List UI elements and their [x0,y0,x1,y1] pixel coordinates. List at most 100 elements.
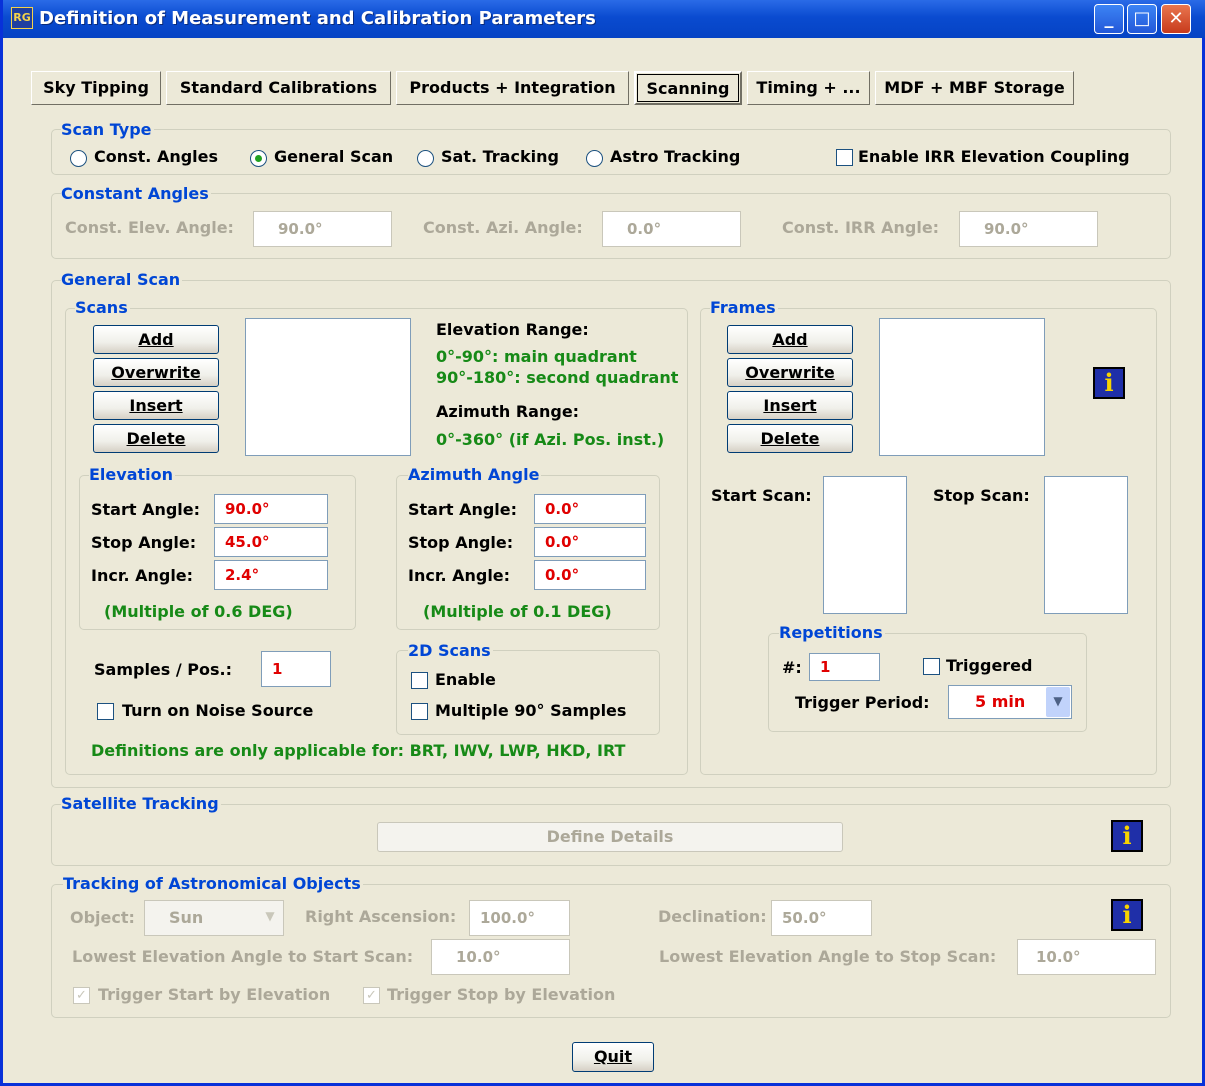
declination-input[interactable]: 50.0° [771,900,872,936]
radio-general-scan[interactable] [250,150,267,167]
elevation-legend: Elevation [89,465,176,484]
enable-2d-checkbox[interactable] [411,672,428,689]
title-bar[interactable]: RG Definition of Measurement and Calibra… [3,0,1205,38]
trigger-stop-checkbox[interactable]: ✓ [363,987,380,1004]
radio-sat-tracking[interactable] [417,150,434,167]
azi-stop-label: Stop Angle: [408,533,514,552]
scans-add-label: Add [138,330,174,349]
definitions-footnote: Definitions are only applicable for: BRT… [91,741,626,760]
azi-stop-input[interactable]: 0.0° [534,527,646,557]
object-select[interactable]: Sun ▼ [144,900,284,936]
scans-delete-label: Delete [126,429,186,448]
quit-button[interactable]: Quit [572,1042,654,1072]
tab-mdf-mbf-storage[interactable]: MDF + MBF Storage [875,71,1074,105]
satellite-info-icon[interactable]: i [1111,820,1143,852]
astro-info-icon[interactable]: i [1111,899,1143,931]
irr-coupling-checkbox[interactable] [836,149,853,166]
low-start-input[interactable]: 10.0° [431,939,570,975]
window-title: Definition of Measurement and Calibratio… [39,8,596,29]
elev-start-label: Start Angle: [91,500,201,519]
frames-delete-button[interactable]: Delete [727,424,853,453]
maximize-button[interactable]: □ [1127,4,1157,34]
low-start-label: Lowest Elevation Angle to Start Scan: [72,947,414,966]
tab-sky-tipping[interactable]: Sky Tipping [31,71,161,105]
const-azi-input[interactable]: 0.0° [602,211,741,247]
frames-list[interactable] [879,318,1045,456]
trigger-start-label[interactable]: Trigger Start by Elevation [98,985,330,1004]
tab-timing[interactable]: Timing + ... [747,71,870,105]
const-azi-label: Const. Azi. Angle: [423,218,583,237]
radio-astro-tracking[interactable] [586,150,603,167]
frames-legend: Frames [710,298,778,317]
scans-overwrite-button[interactable]: Overwrite [93,358,219,387]
scans-2d-group [396,650,660,735]
elev-start-input[interactable]: 90.0° [214,494,328,524]
frames-overwrite-label: Overwrite [745,363,835,382]
const-irr-label: Const. IRR Angle: [782,218,940,237]
radio-astro-tracking-label[interactable]: Astro Tracking [610,147,740,166]
close-button[interactable]: ✕ [1161,4,1191,34]
scans-delete-button[interactable]: Delete [93,424,219,453]
tab-standard-calibrations[interactable]: Standard Calibrations [166,71,391,105]
stop-scan-label: Stop Scan: [933,486,1030,505]
object-label: Object: [70,908,135,927]
elev-range-label: Elevation Range: [436,320,589,339]
low-stop-input[interactable]: 10.0° [1017,939,1156,975]
start-scan-list[interactable] [823,476,907,614]
main-window: RG Definition of Measurement and Calibra… [0,0,1205,1086]
enable-2d-label[interactable]: Enable [435,670,496,689]
trigger-period-select[interactable]: 5 min ▼ [948,685,1072,719]
general-scan-legend: General Scan [61,270,183,289]
elev-range-line1: 0°-90°: main quadrant [436,347,637,366]
radio-const-angles[interactable] [70,150,87,167]
chevron-down-icon[interactable]: ▼ [258,902,282,934]
frames-delete-label: Delete [760,429,820,448]
noise-source-checkbox[interactable] [97,703,114,720]
tab-products-integration[interactable]: Products + Integration [396,71,629,105]
elev-stop-input[interactable]: 45.0° [214,527,328,557]
trigger-start-checkbox[interactable]: ✓ [73,987,90,1004]
scans-insert-label: Insert [129,396,183,415]
radio-sat-tracking-label[interactable]: Sat. Tracking [441,147,559,166]
frames-insert-label: Insert [763,396,817,415]
constant-angles-legend: Constant Angles [61,184,211,203]
scans-insert-button[interactable]: Insert [93,391,219,420]
azi-start-input[interactable]: 0.0° [534,494,646,524]
const-irr-input[interactable]: 90.0° [959,211,1098,247]
elev-incr-input[interactable]: 2.4° [214,560,328,590]
scan-type-legend: Scan Type [61,120,154,139]
azi-start-label: Start Angle: [408,500,518,519]
app-icon: RG [11,7,33,29]
azi-range-label: Azimuth Range: [436,402,580,421]
scans-2d-legend: 2D Scans [408,641,493,660]
frames-overwrite-button[interactable]: Overwrite [727,358,853,387]
azi-incr-input[interactable]: 0.0° [534,560,646,590]
frames-add-label: Add [772,330,808,349]
repetitions-input[interactable]: 1 [809,653,880,681]
triggered-label[interactable]: Triggered [946,656,1032,675]
samples-label: Samples / Pos.: [94,660,233,679]
const-elev-input[interactable]: 90.0° [253,211,392,247]
multiple-90-label[interactable]: Multiple 90° Samples [435,701,626,720]
chevron-down-icon[interactable]: ▼ [1046,687,1070,717]
triggered-checkbox[interactable] [923,658,940,675]
astro-tracking-legend: Tracking of Astronomical Objects [63,874,363,893]
frames-add-button[interactable]: Add [727,325,853,354]
noise-source-label[interactable]: Turn on Noise Source [122,701,313,720]
irr-coupling-label[interactable]: Enable IRR Elevation Coupling [858,147,1130,166]
scans-list[interactable] [245,318,411,456]
multiple-90-checkbox[interactable] [411,703,428,720]
scans-add-button[interactable]: Add [93,325,219,354]
trigger-stop-label[interactable]: Trigger Stop by Elevation [387,985,615,1004]
frames-info-icon[interactable]: i [1093,367,1125,399]
radio-const-angles-label[interactable]: Const. Angles [94,147,218,166]
elev-range-line2: 90°-180°: second quadrant [436,368,679,387]
stop-scan-list[interactable] [1044,476,1128,614]
tab-scanning[interactable]: Scanning [634,71,742,105]
define-details-button[interactable]: Define Details [377,822,843,852]
samples-input[interactable]: 1 [261,651,331,687]
frames-insert-button[interactable]: Insert [727,391,853,420]
radio-general-scan-label[interactable]: General Scan [274,147,393,166]
right-ascension-input[interactable]: 100.0° [469,900,570,936]
minimize-button[interactable]: _ [1094,4,1124,34]
